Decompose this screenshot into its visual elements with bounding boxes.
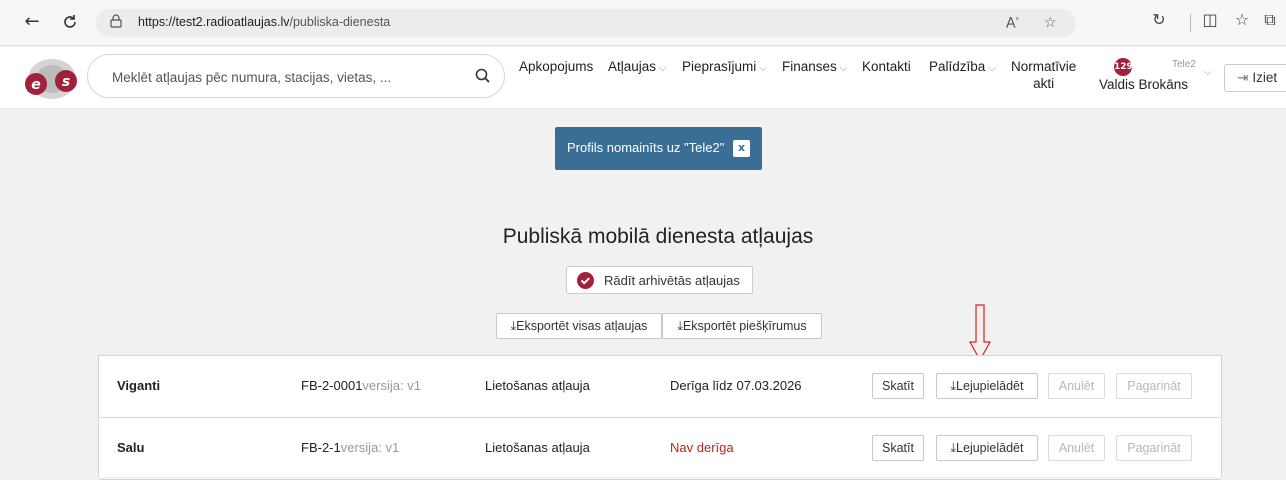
nav-label: Kontakti bbox=[862, 59, 911, 74]
export-assignments-button[interactable]: ⤓Eksportēt piešķīrumus bbox=[662, 313, 822, 339]
table-row: Viganti FB-2-0001versija: v1 Lietošanas … bbox=[99, 356, 1221, 418]
toolbar-divider bbox=[1190, 14, 1191, 32]
export-all-button[interactable]: ⤓Eksportēt visas atļaujas bbox=[496, 313, 662, 339]
nav-label-line1: Normatīvie bbox=[1011, 59, 1077, 74]
show-archived-label: Rādīt arhivētās atļaujas bbox=[604, 273, 740, 288]
download-label: Lejupielādēt bbox=[956, 441, 1024, 455]
browser-toolbar: ← https://test2.radioatlaujas.lv/publisk… bbox=[0, 0, 1286, 46]
chevron-down-icon: ⌵ bbox=[839, 63, 848, 74]
refresh-icon[interactable] bbox=[58, 10, 82, 34]
check-circle-icon bbox=[577, 272, 594, 289]
permits-table: Viganti FB-2-0001versija: v1 Lietošanas … bbox=[98, 355, 1222, 480]
chevron-down-icon: ⌵ bbox=[759, 63, 767, 74]
permit-version: versija: v1 bbox=[362, 378, 421, 393]
nav-finanses[interactable]: Finanses ⌵ bbox=[782, 59, 847, 74]
logout-label: Iziet bbox=[1252, 70, 1278, 85]
chevron-down-icon: ⌵ bbox=[988, 63, 996, 74]
nav-label: Apkopojums bbox=[519, 59, 594, 74]
favorite-star-icon[interactable]: ☆ bbox=[1044, 15, 1057, 31]
cancel-permit-button[interactable]: Anulēt bbox=[1048, 373, 1105, 399]
download-label: Lejupielādēt bbox=[956, 379, 1024, 393]
permit-number[interactable]: FB-2-1 bbox=[301, 440, 341, 455]
view-button[interactable]: Skatīt bbox=[872, 373, 924, 399]
address-bar[interactable]: https://test2.radioatlaujas.lv/publiska-… bbox=[96, 9, 1076, 37]
show-archived-toggle[interactable]: Rādīt arhivētās atļaujas bbox=[566, 266, 753, 294]
lock-icon bbox=[110, 14, 122, 32]
view-button[interactable]: Skatīt bbox=[872, 435, 924, 461]
nav-palidziba[interactable]: Palīdzība ⌵ bbox=[929, 59, 996, 74]
toast-message: Profils nomainīts uz "Tele2" bbox=[567, 140, 725, 155]
chevron-down-icon: ⌵ bbox=[659, 63, 667, 74]
nav-label: Palīdzība bbox=[929, 59, 986, 74]
search-input[interactable] bbox=[112, 66, 462, 88]
nav-apkopojums[interactable]: Apkopojums bbox=[519, 59, 593, 74]
logout-button[interactable]: ⇥ Iziet bbox=[1224, 64, 1286, 92]
annotation-arrow-icon bbox=[968, 304, 992, 362]
split-screen-icon[interactable]: ◫ bbox=[1198, 10, 1222, 29]
search-box bbox=[87, 54, 505, 98]
row-name: Salu bbox=[117, 440, 145, 455]
nav-label: Pieprasījumi bbox=[682, 59, 757, 74]
row-type: Lietošanas atļauja bbox=[485, 440, 590, 455]
extensions-icon[interactable]: ↻ bbox=[1147, 10, 1171, 29]
download-button[interactable]: ⤓Lejupielādēt bbox=[936, 373, 1038, 399]
page-title: Publiskā mobilā dienesta atļaujas bbox=[502, 225, 814, 248]
row-number: FB-2-1versija: v1 bbox=[301, 440, 399, 455]
site-header: e s Apkopojums Atļaujas⌵ Pieprasījumi⌵ F… bbox=[0, 47, 1286, 109]
row-name: Viganti bbox=[117, 378, 161, 393]
row-number: FB-2-0001versija: v1 bbox=[301, 378, 421, 393]
extend-permit-button[interactable]: Pagarināt bbox=[1116, 373, 1192, 399]
nav-label: Atļaujas bbox=[608, 59, 657, 74]
permit-number[interactable]: FB-2-0001 bbox=[301, 378, 362, 393]
permit-version: versija: v1 bbox=[340, 440, 400, 455]
extend-permit-button[interactable]: Pagarināt bbox=[1116, 435, 1192, 461]
export-assignments-label: Eksportēt piešķīrumus bbox=[682, 319, 807, 333]
collections-icon[interactable]: ⧉ bbox=[1258, 10, 1282, 30]
table-row: Salu FB-2-1versija: v1 Lietošanas atļauj… bbox=[99, 418, 1221, 480]
nav-pieprasijumi[interactable]: Pieprasījumi ⌵ bbox=[682, 59, 767, 74]
site-logo[interactable]: e s bbox=[20, 57, 84, 101]
download-button[interactable]: ⤓Lejupielādēt bbox=[936, 435, 1038, 461]
nav-atlaujas[interactable]: Atļaujas ⌵ bbox=[608, 59, 667, 74]
row-status: Derīga līdz 07.03.2026 bbox=[670, 378, 802, 393]
user-org: Tele2 bbox=[1172, 59, 1196, 70]
chevron-down-icon[interactable]: ⌵ bbox=[1204, 67, 1212, 78]
svg-text:e: e bbox=[31, 77, 41, 93]
nav-kontakti[interactable]: Kontakti bbox=[862, 59, 911, 74]
svg-text:s: s bbox=[62, 74, 70, 90]
user-name[interactable]: Valdis Brokāns bbox=[1099, 77, 1188, 92]
read-aloud-icon[interactable]: Aᵃ bbox=[1006, 15, 1019, 32]
favorites-icon[interactable]: ☆ bbox=[1230, 10, 1254, 29]
nav-normativie-akti[interactable]: Normatīvie akti bbox=[1011, 58, 1076, 92]
logout-icon: ⇥ bbox=[1237, 70, 1249, 85]
nav-label: Finanses bbox=[782, 59, 837, 74]
search-icon[interactable] bbox=[474, 67, 492, 85]
row-status: Nav derīga bbox=[670, 440, 734, 455]
nav-label-line2: akti bbox=[1033, 76, 1055, 91]
row-type: Lietošanas atļauja bbox=[485, 378, 590, 393]
export-all-label: Eksportēt visas atļaujas bbox=[516, 319, 648, 333]
back-icon[interactable]: ← bbox=[20, 10, 44, 34]
cancel-permit-button[interactable]: Anulēt bbox=[1048, 435, 1105, 461]
notification-badge[interactable]: 129 bbox=[1114, 58, 1133, 76]
profile-changed-toast: Profils nomainīts uz "Tele2" x bbox=[555, 127, 762, 170]
close-icon[interactable]: x bbox=[733, 140, 750, 157]
url-text: https://test2.radioatlaujas.lv/publiska-… bbox=[138, 15, 391, 29]
